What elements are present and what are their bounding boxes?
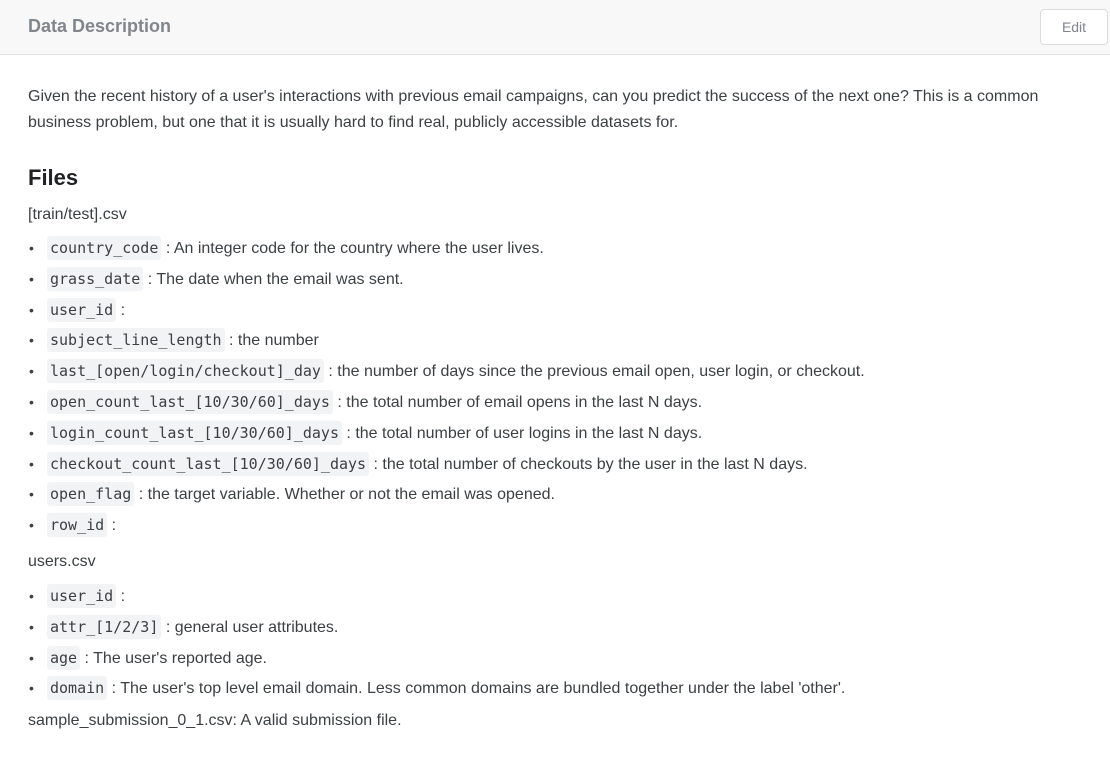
field-code: open_flag: [47, 482, 135, 507]
train-test-file-name: [train/test].csv: [28, 206, 127, 223]
field-description: : The date when the email was sent.: [143, 270, 404, 288]
field-code: open_count_last_[10/30/60]_days: [47, 389, 333, 414]
field-code: user_id: [47, 297, 117, 322]
list-item: • user_id :: [28, 295, 1098, 326]
section-header: Data Description Edit: [0, 0, 1110, 55]
bullet-icon: •: [29, 455, 34, 472]
field-description: : the total number of user logins in the…: [341, 424, 703, 442]
bullet-icon: •: [29, 393, 34, 410]
bullet-icon: •: [29, 618, 34, 635]
field-description: :: [116, 301, 126, 319]
list-item: • user_id :: [28, 581, 1098, 612]
bullet-icon: •: [29, 363, 34, 380]
field-code: checkout_count_last_[10/30/60]_days: [47, 451, 370, 476]
list-item: • country_code : An integer code for the …: [28, 233, 1098, 264]
field-code: row_id: [47, 513, 108, 538]
list-item: • age : The user's reported age.: [28, 643, 1098, 674]
bullet-icon: •: [29, 301, 34, 318]
field-description: : general user attributes.: [161, 618, 339, 636]
field-code: subject_line_length: [47, 328, 225, 353]
list-item: • subject_line_length : the number: [28, 325, 1098, 356]
field-code: login_count_last_[10/30/60]_days: [47, 420, 342, 445]
field-description: : The user's reported age.: [80, 649, 267, 667]
field-code: attr_[1/2/3]: [47, 614, 162, 639]
list-item: • open_flag : the target variable. Whethe…: [28, 479, 1098, 510]
bullet-icon: •: [29, 517, 34, 534]
list-item: • grass_date : The date when the email wa…: [28, 264, 1098, 295]
list-item: • last_[open/login/checkout]_day : the nu…: [28, 356, 1098, 387]
bullet-icon: •: [29, 486, 34, 503]
list-item: • login_count_last_[10/30/60]_days : the …: [28, 418, 1098, 449]
field-code: last_[open/login/checkout]_day: [47, 359, 324, 384]
bullet-icon: •: [29, 680, 34, 697]
field-description: : the target variable. Whether or not th…: [134, 486, 555, 504]
field-code: grass_date: [47, 266, 144, 291]
users-field-list: • user_id : • attr_[1/2/3] : general user …: [28, 581, 1098, 704]
bullet-icon: •: [29, 424, 34, 441]
field-description: : the number of days since the previous …: [323, 363, 865, 381]
list-item: • row_id :: [28, 510, 1098, 541]
bullet-icon: •: [29, 332, 34, 349]
field-description: : An integer code for the country where …: [161, 240, 544, 257]
intro-paragraph: Given the recent history of a user's int…: [28, 88, 1039, 131]
field-code: country_code: [47, 236, 162, 260]
users-file-name: users.csv: [28, 552, 96, 570]
description-body: Given the recent history of a user's int…: [28, 84, 1098, 732]
list-item: • domain : The user's top level email dom…: [28, 673, 1098, 704]
field-description: : the total number of checkouts by the u…: [369, 455, 808, 473]
field-description: : The user's top level email domain. Les…: [107, 680, 846, 698]
bullet-icon: •: [29, 587, 34, 604]
sample-submission-line: sample_submission_0_1.csv: A valid submi…: [28, 712, 402, 730]
field-description: : the number: [224, 332, 319, 350]
field-description: : the total number of email opens in the…: [332, 393, 703, 411]
field-code: domain: [47, 676, 108, 701]
list-item: • checkout_count_last_[10/30/60]_days : t…: [28, 449, 1098, 480]
section-title: Data Description: [28, 16, 172, 36]
field-description: :: [116, 587, 126, 605]
field-code: user_id: [47, 583, 117, 608]
edit-button[interactable]: Edit: [1040, 9, 1108, 45]
field-description: :: [107, 517, 117, 535]
bullet-icon: •: [29, 240, 34, 256]
bullet-icon: •: [29, 649, 34, 666]
train-test-field-list: • country_code : An integer code for the …: [28, 233, 1098, 541]
list-item: • open_count_last_[10/30/60]_days : the t…: [28, 387, 1098, 418]
files-heading: Files: [28, 165, 79, 190]
list-item: • attr_[1/2/3] : general user attributes.: [28, 612, 1098, 643]
bullet-icon: •: [29, 270, 34, 287]
field-code: age: [47, 645, 81, 670]
